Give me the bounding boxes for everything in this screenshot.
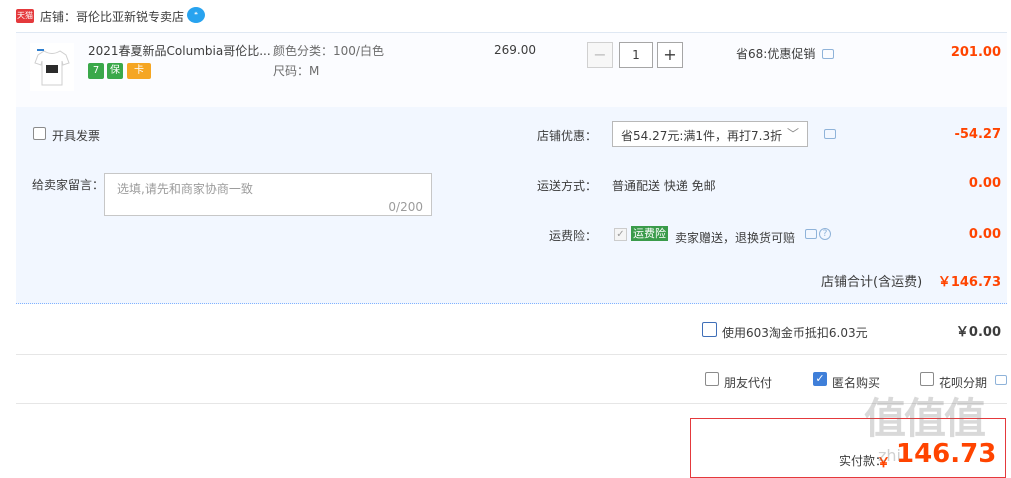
coin-deduct-value: ￥0.00	[955, 325, 1001, 340]
coin-deduct-label: 使用603淘金币抵扣6.03元	[722, 326, 868, 340]
item-subtotal: 201.00	[950, 45, 1001, 60]
message-label: 给卖家留言：	[32, 178, 105, 192]
promotion-info-icon[interactable]	[822, 49, 834, 59]
shop-total-label: 店铺合计(含运费)	[821, 275, 923, 290]
insurance-info-icon[interactable]	[805, 229, 817, 239]
anonymous-checkbox[interactable]: ✓	[813, 372, 827, 386]
credit-card-icon: 卡	[127, 63, 151, 79]
shipping-label: 运送方式：	[537, 179, 598, 193]
insurance-label: 运费险：	[549, 229, 598, 243]
watermark-subtext: zhi	[878, 446, 901, 465]
order-extras: 开具发票 给卖家留言： 选填,请先和商家协商一致 0/200 店铺优惠： 省54…	[16, 107, 1007, 254]
huabei-checkbox[interactable]	[920, 372, 934, 386]
shop-discount-row: 店铺优惠： 省54.27元:满1件，再打7.3折 ﹀ -54.27	[511, 107, 1007, 155]
message-placeholder: 选填,请先和商家协商一致	[117, 182, 253, 196]
taobao-coin-row: 使用603淘金币抵扣6.03元 ￥0.00	[16, 305, 1007, 355]
checkout-options-row: 朋友代付 ✓ 匿名购买 花呗分期	[16, 355, 1007, 404]
discount-info-icon[interactable]	[824, 129, 836, 139]
seven-day-return-icon: 7	[88, 63, 104, 79]
extras-left-column: 开具发票 给卖家留言： 选填,请先和商家协商一致 0/200	[16, 107, 510, 254]
invoice-checkbox[interactable]	[33, 127, 46, 140]
quantity-decrease-button[interactable]: −	[587, 42, 613, 68]
item-title-link[interactable]: 2021春夏新品Columbia哥伦比...	[88, 43, 271, 59]
message-char-count: 0/200	[388, 200, 423, 214]
shop-total-value: ￥146.73	[937, 275, 1001, 290]
insurance-text: 卖家赠送，退换货可赔	[675, 231, 796, 245]
friend-pay-label: 朋友代付	[724, 376, 773, 390]
shop-name-link[interactable]: 店铺：哥伦比亚新锐专卖店	[40, 9, 184, 25]
insurance-cost: 0.00	[968, 227, 1001, 242]
help-icon[interactable]: ?	[819, 228, 831, 240]
insurance-checkbox: ✓	[614, 228, 627, 241]
unit-price: 269.00	[494, 43, 536, 57]
sku-color: 颜色分类：100/白色	[273, 44, 384, 58]
invoice-label: 开具发票	[52, 129, 101, 143]
insurance-row: 运费险： ✓ 运费险 卖家赠送，退换货可赔 ? 0.00	[511, 207, 1007, 254]
extras-right-column: 店铺优惠： 省54.27元:满1件，再打7.3折 ﹀ -54.27 运送方式： …	[511, 107, 1007, 254]
huabei-info-icon[interactable]	[995, 375, 1007, 385]
shop-header: 天猫 店铺：哥伦比亚新锐专卖店 ❝	[0, 0, 1011, 32]
tshirt-image	[34, 49, 70, 86]
product-thumbnail[interactable]	[30, 43, 74, 91]
insurance-tag: 运费险	[631, 226, 668, 241]
shop-discount-selected: 省54.27元:满1件，再打7.3折	[621, 129, 783, 143]
shop-total-row: 店铺合计(含运费) ￥146.73	[16, 254, 1007, 304]
watermark-logo: 值值值	[864, 394, 986, 443]
tmall-logo: 天猫	[16, 9, 34, 23]
wangwang-chat-icon[interactable]: ❝	[187, 7, 205, 23]
friend-pay-checkbox[interactable]	[705, 372, 719, 386]
shipping-method: 普通配送 快递 免邮	[612, 179, 716, 193]
cart-item-row: 2021春夏新品Columbia哥伦比... 7 保 卡 颜色分类：100/白色…	[16, 32, 1007, 108]
chevron-down-icon: ﹀	[786, 127, 799, 141]
shipping-cost: 0.00	[968, 176, 1001, 191]
shipping-row: 运送方式： 普通配送 快递 免邮 0.00	[511, 156, 1007, 206]
quantity-input[interactable]: 1	[619, 42, 653, 68]
shop-discount-amount: -54.27	[954, 127, 1001, 142]
shop-discount-select[interactable]: 省54.27元:满1件，再打7.3折 ﹀	[612, 121, 808, 147]
promotion-text: 省68:优惠促销	[736, 47, 816, 61]
guarantee-icon: 保	[107, 63, 123, 79]
sku-size: 尺码：M	[273, 64, 320, 78]
coin-deduct-checkbox[interactable]	[702, 322, 717, 337]
shop-discount-label: 店铺优惠：	[537, 129, 598, 143]
quantity-increase-button[interactable]: +	[657, 42, 683, 68]
seller-message-textarea[interactable]: 选填,请先和商家协商一致 0/200	[104, 173, 432, 216]
